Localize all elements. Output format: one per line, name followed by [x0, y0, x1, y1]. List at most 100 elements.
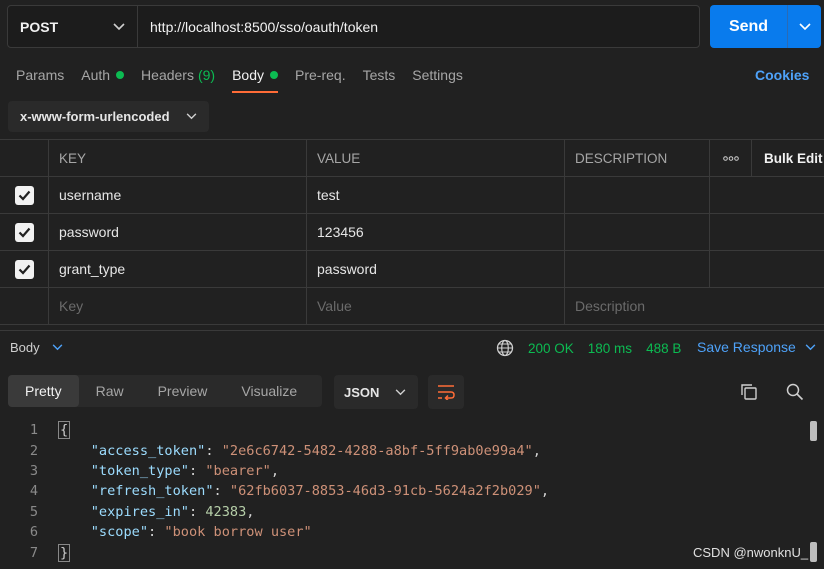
- tab-preview[interactable]: Preview: [141, 375, 225, 407]
- wrap-lines-icon: [438, 385, 455, 400]
- table-row: username test: [0, 177, 824, 214]
- wrap-lines-button[interactable]: [428, 375, 464, 409]
- value-placeholder[interactable]: Value: [307, 288, 565, 324]
- json-value: "62fb6037-8853-46d3-91cb-5624a2f2b029": [229, 483, 541, 500]
- send-button[interactable]: Send: [710, 5, 821, 48]
- line-number: 1: [29, 422, 38, 439]
- format-select[interactable]: JSON: [334, 375, 418, 409]
- line-number: 6: [29, 524, 38, 541]
- chevron-down-icon: [395, 388, 406, 395]
- response-section-toggle[interactable]: Body: [10, 340, 63, 355]
- param-description[interactable]: [565, 177, 710, 213]
- line-number: 5: [29, 503, 38, 520]
- line-number: 7: [29, 544, 38, 561]
- param-value[interactable]: test: [307, 177, 565, 213]
- row-end: [752, 214, 824, 250]
- checkmark-icon: [14, 222, 34, 242]
- table-header: KEY VALUE DESCRIPTION Bulk Edit: [0, 140, 824, 177]
- row-checkbox[interactable]: [0, 177, 49, 213]
- params-table: KEY VALUE DESCRIPTION Bulk Edit username…: [0, 139, 824, 325]
- description-placeholder[interactable]: Description: [565, 288, 710, 324]
- response-section-label: Body: [10, 340, 40, 355]
- row-end: [752, 288, 824, 324]
- json-value: "2e6c6742-5482-4288-a8bf-5ff9ab0e99a4": [221, 442, 533, 459]
- tab-settings[interactable]: Settings: [412, 64, 463, 86]
- scrollbar-thumb-bottom[interactable]: [810, 542, 817, 562]
- tab-body[interactable]: Body: [232, 64, 279, 93]
- send-label: Send: [728, 17, 769, 35]
- method-label: POST: [20, 18, 59, 35]
- tab-pretty[interactable]: Pretty: [8, 375, 79, 407]
- json-key: "token_type": [90, 462, 189, 479]
- url-input[interactable]: http://localhost:8500/sso/oauth/token: [138, 19, 378, 35]
- line-number: 4: [29, 483, 38, 500]
- response-time[interactable]: 180 ms: [588, 341, 632, 356]
- close-brace: }: [58, 543, 71, 562]
- table-row: password 123456: [0, 214, 824, 251]
- row-checkbox[interactable]: [0, 214, 49, 250]
- code-line: 3 "token_type": "bearer",: [0, 461, 824, 481]
- code-line: 6 "scope": "book borrow user": [0, 522, 824, 542]
- more-horizontal-icon: [722, 155, 739, 161]
- row-spacer: [710, 214, 752, 250]
- open-brace: {: [58, 421, 71, 440]
- response-view-tabs: Pretty Raw Preview Visualize: [8, 375, 322, 407]
- param-key[interactable]: username: [49, 177, 307, 213]
- param-key[interactable]: password: [49, 214, 307, 250]
- json-value: 42383: [205, 503, 247, 520]
- cookies-link[interactable]: Cookies: [755, 67, 809, 83]
- tab-tests[interactable]: Tests: [363, 64, 396, 86]
- json-key: "scope": [90, 524, 149, 541]
- chevron-down-icon: [805, 343, 816, 350]
- param-description[interactable]: [565, 214, 710, 250]
- row-spacer: [710, 177, 752, 213]
- code-line: 4 "refresh_token": "62fb6037-8853-46d3-9…: [0, 481, 824, 501]
- param-value[interactable]: 123456: [307, 214, 565, 250]
- line-number: 3: [29, 462, 38, 479]
- copy-icon[interactable]: [740, 383, 758, 401]
- line-number: 2: [29, 442, 38, 459]
- tab-params[interactable]: Params: [16, 64, 64, 86]
- globe-icon[interactable]: [496, 339, 514, 357]
- json-value: "book borrow user": [164, 524, 312, 541]
- tab-pre-request[interactable]: Pre-req.: [295, 64, 346, 86]
- bulk-edit-button[interactable]: Bulk Edit: [752, 140, 824, 176]
- body-type-select[interactable]: x-www-form-urlencoded: [8, 101, 209, 132]
- code-line: 5 "expires_in": 42383,: [0, 502, 824, 522]
- tab-headers[interactable]: Headers (9): [141, 64, 215, 86]
- headers-count: (9): [197, 67, 216, 83]
- auth-indicator-icon: [116, 71, 125, 79]
- table-row: grant_type password: [0, 251, 824, 288]
- chevron-down-icon: [186, 113, 197, 120]
- save-response-button[interactable]: Save Response: [697, 339, 816, 355]
- row-end: [752, 177, 824, 213]
- code-line: 1{: [0, 420, 824, 440]
- save-response-label: Save Response: [697, 339, 796, 355]
- response-code: 1{ 2 "access_token": "2e6c6742-5482-4288…: [0, 420, 824, 563]
- tab-visualize[interactable]: Visualize: [224, 375, 314, 407]
- row-check-empty: [0, 288, 49, 324]
- key-placeholder[interactable]: Key: [49, 288, 307, 324]
- table-row-new: Key Value Description: [0, 288, 824, 325]
- row-end: [752, 251, 824, 287]
- header-value: VALUE: [307, 140, 565, 176]
- response-size[interactable]: 488 B: [646, 341, 681, 356]
- more-options-button[interactable]: [710, 140, 752, 176]
- method-select[interactable]: POST: [8, 6, 138, 47]
- body-type-label: x-www-form-urlencoded: [20, 109, 170, 124]
- chevron-down-icon: [798, 22, 811, 30]
- scrollbar-thumb[interactable]: [810, 421, 817, 441]
- tab-auth[interactable]: Auth: [81, 64, 125, 86]
- json-value: "bearer": [205, 462, 271, 479]
- param-value[interactable]: password: [307, 251, 565, 287]
- param-key[interactable]: grant_type: [49, 251, 307, 287]
- header-key: KEY: [49, 140, 307, 176]
- status-code[interactable]: 200 OK: [528, 341, 574, 356]
- body-indicator-icon: [270, 71, 279, 79]
- tab-raw[interactable]: Raw: [79, 375, 141, 407]
- param-description[interactable]: [565, 251, 710, 287]
- send-options-button[interactable]: [788, 22, 821, 31]
- row-checkbox[interactable]: [0, 251, 49, 287]
- code-line: 2 "access_token": "2e6c6742-5482-4288-a8…: [0, 440, 824, 460]
- search-icon[interactable]: [786, 383, 804, 401]
